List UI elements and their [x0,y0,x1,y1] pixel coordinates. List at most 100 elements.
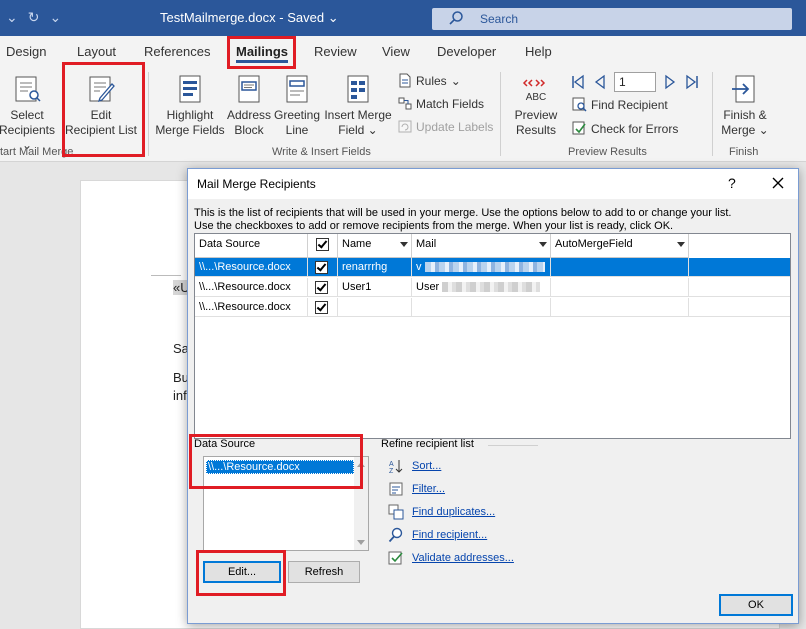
match-fields-icon [398,97,412,110]
cell-automergefield [551,278,689,297]
previous-record-icon[interactable] [592,74,608,90]
ribbon-tabs: Design Layout References Mailings Review… [0,36,806,66]
check-for-errors-button[interactable]: Check for Errors [572,121,678,136]
cell-data-source: \\...\Resource.docx [195,298,308,317]
find-duplicates-icon [388,504,404,520]
find-recipient-link[interactable]: Find recipient... [388,527,487,543]
data-source-scrollbar[interactable] [354,457,368,550]
tab-review[interactable]: Review [314,44,357,59]
group-label-preview-results: Preview Results [568,146,647,158]
scroll-up-icon[interactable] [357,462,365,467]
row-checkbox[interactable] [315,281,328,294]
filter-icon [389,482,403,496]
row-checkbox[interactable] [315,261,328,274]
name-sort-dropdown-icon[interactable] [400,242,408,247]
cell-mail: User [412,278,551,297]
cell-data-source: \\...\Resource.docx [195,258,308,277]
automergefield-sort-dropdown-icon[interactable] [677,242,685,247]
help-button[interactable]: ? [728,175,736,191]
rules-button[interactable]: Rules ⌄ [398,73,461,88]
saved-status-chevron-icon[interactable]: ⌄ [328,10,339,25]
margin-guide [151,275,181,276]
data-source-list[interactable]: \\...\Resource.docx [203,456,369,551]
cell-automergefield [551,298,689,317]
find-recipient-button[interactable]: Find Recipient [572,97,668,112]
address-block-button[interactable]: Address Block [226,74,272,138]
data-source-label: Data Source [194,438,256,450]
document-text-line: inf [173,388,187,403]
insert-merge-field-button[interactable]: Insert Merge Field ⌄ [322,74,394,138]
column-header-name[interactable]: Name [338,234,412,258]
tab-developer[interactable]: Developer [437,44,496,59]
column-header-mail[interactable]: Mail [412,234,551,258]
highlight-merge-fields-button[interactable]: Highlight Merge Fields [154,74,226,138]
rules-chevron-icon: ⌄ [450,73,461,88]
recipients-grid[interactable]: Data Source Name Mail AutoMergeField \\.… [194,233,791,439]
table-row[interactable]: \\...\Resource.docx renarrrhg v [195,258,790,277]
customize-qat-icon[interactable]: ⌄ [49,9,61,26]
row-checkbox[interactable] [315,301,328,314]
next-record-icon[interactable] [662,74,678,90]
record-navigation: 1 [570,72,710,92]
close-icon[interactable] [770,175,786,191]
column-header-data-source[interactable]: Data Source [195,234,308,258]
rules-icon [399,73,411,88]
svg-text:A: A [389,461,394,468]
redo-icon[interactable]: ↻ [28,9,40,26]
validate-addresses-link[interactable]: Validate addresses... [388,550,514,566]
select-recipients-icon [15,76,41,102]
cell-automergefield [551,258,689,277]
refresh-button[interactable]: Refresh [288,561,360,583]
search-placeholder: Search [480,12,519,26]
cell-name [338,298,412,317]
column-header-automergefield[interactable]: AutoMergeField [551,234,689,258]
insert-merge-field-chevron-icon: ⌄ [364,123,378,137]
address-block-icon [238,75,260,103]
edit-recipient-list-button[interactable]: Edit Recipient List [63,74,139,138]
ribbon: Select Recipients ⌄ Edit Recipient List … [0,66,806,162]
greeting-line-button[interactable]: Greeting Line [272,74,322,138]
preview-results-icon: ABC [522,79,546,103]
data-source-item[interactable]: \\...\Resource.docx [206,460,354,474]
group-label-finish: Finish [729,146,759,158]
mail-merge-recipients-dialog: Mail Merge Recipients ? This is the list… [187,168,799,624]
select-all-checkbox[interactable] [316,238,329,251]
first-record-icon[interactable] [570,74,586,90]
tab-layout[interactable]: Layout [77,44,116,59]
quick-access-arrow-icon[interactable]: ⌄ [6,9,18,26]
search-box[interactable]: Search [432,8,792,30]
mail-sort-dropdown-icon[interactable] [539,242,547,247]
tab-references[interactable]: References [144,44,210,59]
update-labels-button[interactable]: Update Labels [398,119,493,134]
tab-mailings[interactable]: Mailings [236,44,289,63]
edit-button[interactable]: Edit... [203,561,281,583]
dialog-title-bar: Mail Merge Recipients ? [188,169,798,199]
ok-button[interactable]: OK [719,594,793,616]
cell-mail [412,298,551,317]
last-record-icon[interactable] [684,74,700,90]
tab-help[interactable]: Help [525,44,552,59]
finish-merge-button[interactable]: Finish & Merge ⌄ [716,74,774,138]
record-number-input[interactable]: 1 [614,72,656,92]
highlight-merge-fields-icon [179,75,201,103]
preview-results-button[interactable]: ABC Preview Results [508,74,564,138]
filter-link[interactable]: Filter... [388,481,445,497]
group-label-write-insert-fields: Write & Insert Fields [272,146,371,158]
table-row[interactable]: \\...\Resource.docx User1 User [195,278,790,297]
document-title: TestMailmerge.docx - Saved ⌄ [160,10,339,25]
match-fields-button[interactable]: Match Fields [398,96,484,111]
cell-name: renarrrhg [338,258,412,277]
select-recipients-button[interactable]: Select Recipients ⌄ [0,74,58,153]
tab-design[interactable]: Design [6,44,46,59]
scroll-down-icon[interactable] [357,540,365,545]
column-header-checkbox[interactable] [308,234,338,258]
group-label-start-mail-merge: tart Mail Merge [0,146,74,158]
validate-addresses-icon [388,551,403,565]
find-duplicates-link[interactable]: Find duplicates... [388,504,495,520]
sort-link[interactable]: AZ Sort... [388,458,441,474]
tab-view[interactable]: View [382,44,410,59]
edit-recipient-list-icon [89,76,115,103]
refine-recipient-list-label: Refine recipient list [381,438,474,450]
ribbon-group-separator [500,72,501,156]
table-row[interactable]: \\...\Resource.docx [195,298,790,317]
